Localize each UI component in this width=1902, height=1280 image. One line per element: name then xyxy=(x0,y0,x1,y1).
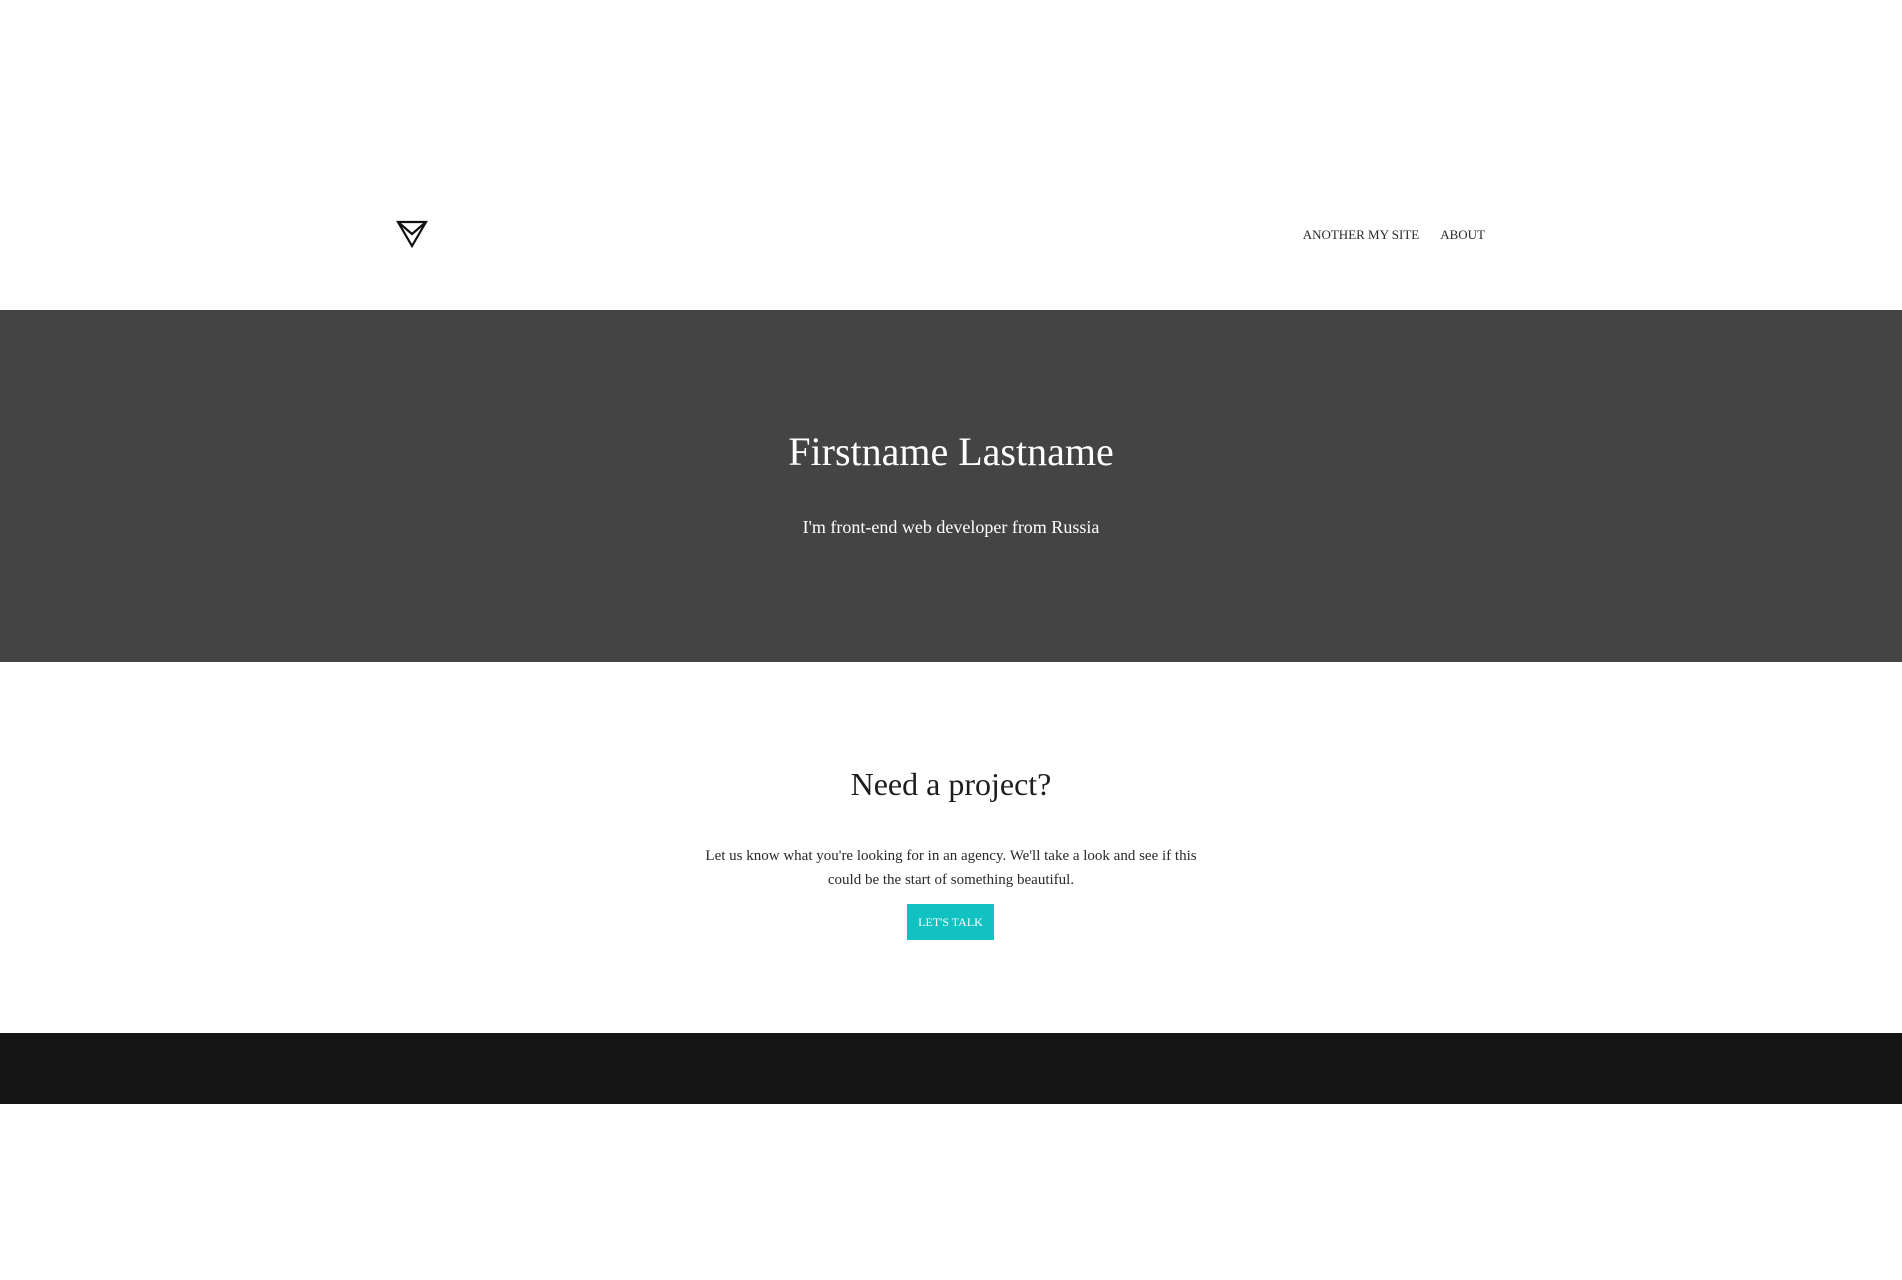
cta-title: Need a project? xyxy=(850,766,1052,802)
triangle-logo-icon[interactable] xyxy=(396,220,428,248)
cta-description: Let us know what you're looking for in a… xyxy=(705,848,1197,888)
site-footer xyxy=(0,1033,1902,1104)
cta-section: Need a project? Let us know what you're … xyxy=(0,662,1902,1033)
main-nav: ANOTHER MY SITE ABOUT xyxy=(1303,227,1485,243)
nav-link-about[interactable]: ABOUT xyxy=(1440,227,1485,243)
hero-section: Firstname Lastname I'm front-end web dev… xyxy=(0,310,1902,662)
site-header: ANOTHER MY SITE ABOUT xyxy=(0,0,1902,310)
hero-subtitle: I'm front-end web developer from Russia xyxy=(802,517,1100,537)
hero-title: Firstname Lastname xyxy=(788,429,1114,474)
lets-talk-button[interactable]: LET'S TALK xyxy=(907,904,994,940)
page: ANOTHER MY SITE ABOUT Firstname Lastname… xyxy=(0,0,1902,1280)
nav-link-another-my-site[interactable]: ANOTHER MY SITE xyxy=(1303,227,1420,243)
